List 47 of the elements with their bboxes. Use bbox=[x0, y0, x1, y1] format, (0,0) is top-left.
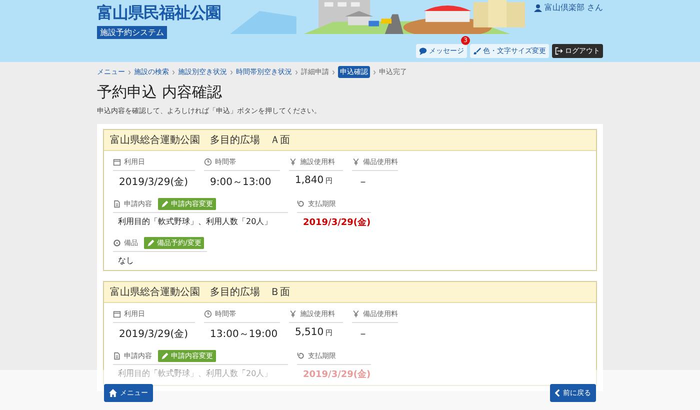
application-content: 利用目的「軟式野球」、利用人数「20人」 bbox=[117, 368, 274, 380]
time-value: 9:00～13:00 bbox=[209, 176, 272, 190]
chevron-right-icon bbox=[128, 70, 131, 74]
chevron-left-icon bbox=[555, 389, 560, 397]
home-icon bbox=[109, 389, 117, 397]
clock-icon bbox=[204, 158, 212, 166]
document-icon bbox=[113, 352, 121, 360]
brush-icon bbox=[473, 47, 481, 55]
pencil-icon bbox=[161, 352, 169, 360]
pencil-icon bbox=[147, 239, 155, 247]
application-content: 利用目的「軟式野球」、利用人数「20人」 bbox=[117, 216, 274, 228]
payment-deadline: 2019/3/29(金) bbox=[302, 216, 371, 230]
equipment-fee-value: － bbox=[357, 328, 369, 342]
equipment-value: なし bbox=[117, 255, 135, 267]
yen-icon bbox=[289, 310, 297, 318]
facility-title: 富山県総合運動公園 多目的広場 Ｂ面 bbox=[104, 282, 596, 303]
user-name: 富山倶楽部 さん bbox=[544, 2, 603, 13]
yen-icon bbox=[289, 158, 297, 166]
person-icon bbox=[534, 4, 542, 12]
yen-icon bbox=[352, 158, 360, 166]
chevron-right-icon bbox=[230, 70, 233, 74]
date-value: 2019/3/29(金) bbox=[118, 328, 190, 342]
chevron-right-icon bbox=[373, 70, 376, 74]
chat-bubble-icon bbox=[419, 47, 427, 55]
facility-title: 富山県総合運動公園 多目的広場 Ａ面 bbox=[104, 130, 596, 151]
date-value: 2019/3/29(金) bbox=[118, 176, 190, 190]
sign-out-icon bbox=[555, 47, 563, 55]
history-icon bbox=[297, 352, 305, 360]
chevron-right-icon bbox=[332, 70, 335, 74]
time-value: 13:00～19:00 bbox=[209, 328, 279, 342]
calendar-icon bbox=[113, 310, 121, 318]
chevron-right-icon bbox=[172, 70, 175, 74]
document-icon bbox=[113, 200, 121, 208]
fee-value: 1,840 bbox=[295, 175, 324, 186]
calendar-icon bbox=[113, 158, 121, 166]
history-icon bbox=[297, 200, 305, 208]
system-badge: 施設予約システム bbox=[97, 26, 167, 39]
pencil-icon bbox=[161, 200, 169, 208]
clock-icon bbox=[204, 310, 212, 318]
page-title: 予約申込 内容確認 bbox=[97, 83, 223, 102]
chevron-right-icon bbox=[295, 70, 298, 74]
gear-icon bbox=[113, 239, 121, 247]
site-title[interactable]: 富山県民福祉公園 bbox=[97, 3, 221, 24]
fee-value: 5,510 bbox=[295, 327, 324, 338]
yen-icon bbox=[352, 310, 360, 318]
payment-deadline: 2019/3/29(金) bbox=[302, 368, 371, 382]
equipment-fee-value: － bbox=[357, 176, 369, 190]
